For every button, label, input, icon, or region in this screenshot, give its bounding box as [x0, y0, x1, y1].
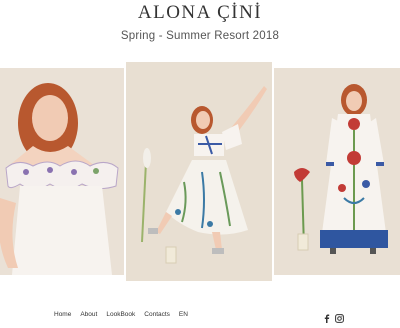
- instagram-icon[interactable]: [335, 310, 344, 323]
- footer-nav: Home About LookBook Contacts EN: [54, 311, 188, 318]
- gallery-image-2[interactable]: [126, 62, 272, 281]
- nav-about[interactable]: About: [80, 311, 97, 318]
- gallery-image-1[interactable]: [0, 68, 124, 275]
- nav-home[interactable]: Home: [54, 311, 71, 318]
- social-links: [323, 310, 344, 323]
- nav-lookbook[interactable]: LookBook: [106, 311, 135, 318]
- brand-logo[interactable]: ALONA ÇİNİ: [0, 2, 400, 24]
- nav-language[interactable]: EN: [179, 311, 188, 318]
- gallery-image-3[interactable]: [274, 68, 400, 275]
- collection-title: Spring - Summer Resort 2018: [120, 30, 280, 42]
- facebook-icon[interactable]: [323, 310, 331, 323]
- nav-contacts[interactable]: Contacts: [144, 311, 170, 318]
